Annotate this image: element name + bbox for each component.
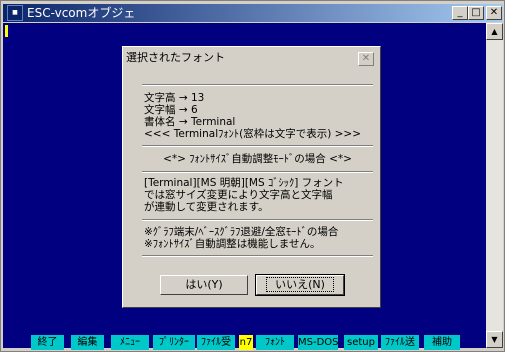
fkey-menu[interactable]: ﾒﾆｭｰ — [111, 335, 149, 350]
fkey-ms-dos[interactable]: MS-DOS — [298, 335, 338, 350]
warning-line-1: ※ｸﾞﾗﾌ端末/ﾍﾞｰｽｸﾞﾗﾌ退避/全窓ﾓｰﾄﾞの場合 — [144, 226, 339, 238]
dialog-close-button[interactable]: ✕ — [358, 52, 374, 66]
fkey-printer[interactable]: ﾌﾟﾘﾝﾀｰ — [153, 335, 195, 350]
info-line-1: [Terminal][MS 明朝][MS ｺﾞｼｯｸ] フォント — [144, 177, 344, 189]
info-line-2: では窓サイズ変更により文字高と文字幅 — [144, 189, 333, 201]
minimize-button[interactable]: _ — [452, 6, 468, 20]
fkey-font[interactable]: ﾌｫﾝﾄ — [256, 335, 294, 350]
vertical-scrollbar[interactable]: ▲ ▼ — [486, 23, 503, 348]
divider — [142, 171, 373, 173]
divider — [142, 255, 373, 257]
maximize-button[interactable]: □ — [468, 6, 484, 20]
close-button[interactable]: ✕ — [486, 6, 502, 20]
divider — [142, 84, 373, 86]
info-line-3: が連動して変更されます。 — [144, 201, 269, 213]
scroll-up-icon[interactable]: ▲ — [486, 23, 503, 40]
window-title: ESC-vcomオブジェ — [27, 6, 136, 20]
title-bar[interactable]: ■ ESC-vcomオブジェ _ □ ✕ — [3, 4, 503, 22]
divider — [142, 219, 373, 221]
dialog-title: 選択されたフォント — [126, 51, 225, 64]
font-name-text: 書体名 → Terminal — [144, 116, 236, 128]
app-icon[interactable]: ■ — [7, 5, 23, 21]
fkey-n7[interactable]: n7 — [239, 335, 253, 350]
fkey-setup[interactable]: setup — [344, 335, 378, 350]
selected-font-dialog: 選択されたフォント ✕ 文字高 → 13 文字幅 → 6 書体名 → Termi… — [122, 46, 381, 308]
auto-adjust-header: <*> ﾌｫﾝﾄｻｲｽﾞ自動調整ﾓｰﾄﾞの場合 <*> — [163, 153, 352, 165]
no-button[interactable]: いいえ(N) — [255, 274, 345, 296]
char-height-text: 文字高 → 13 — [144, 92, 205, 104]
text-cursor — [5, 25, 8, 37]
no-button-label: いいえ(N) — [266, 277, 334, 292]
scroll-down-icon[interactable]: ▼ — [486, 331, 503, 348]
char-width-text: 文字幅 → 6 — [144, 104, 198, 116]
fkey-file-send[interactable]: ﾌｧｲﾙ送 — [381, 335, 419, 350]
warning-line-2: ※ﾌｫﾝﾄｻｲｽﾞ自動調整は機能しません。 — [144, 238, 321, 250]
divider — [142, 145, 373, 147]
font-note-text: <<< Terminalﾌｫﾝﾄ(窓枠は文字で表示) >>> — [144, 128, 362, 140]
fkey-assist[interactable]: 補助 — [424, 335, 460, 350]
fkey-file-receive[interactable]: ﾌｧｲﾙ受 — [197, 335, 235, 350]
yes-button[interactable]: はい(Y) — [160, 275, 248, 295]
fkey-exit[interactable]: 終了 — [31, 335, 64, 350]
fkey-edit[interactable]: 編集 — [71, 335, 104, 350]
app-window: ■ ESC-vcomオブジェ _ □ ✕ ▲ ▼ 終了 編集 ﾒﾆｭｰ ﾌﾟﾘﾝ… — [0, 0, 505, 352]
